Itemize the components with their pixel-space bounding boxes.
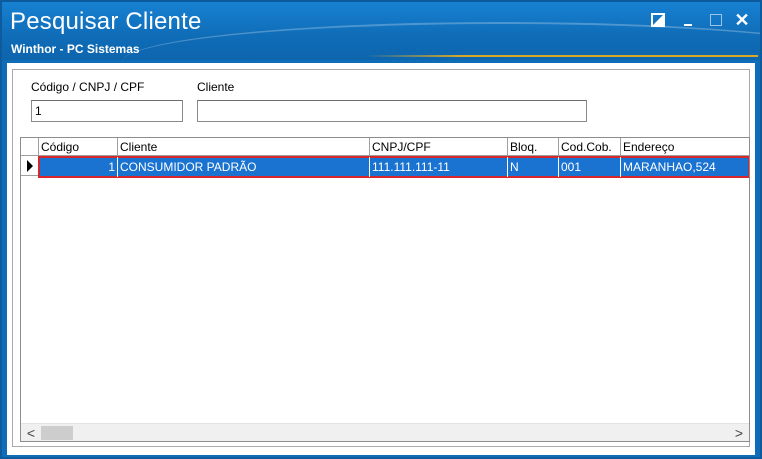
row-indicator[interactable] (21, 156, 39, 176)
results-grid[interactable]: Código Cliente CNPJ/CPF Bloq. Cod.Cob. E… (20, 137, 750, 442)
window-content: Código / CNPJ / CPF Cliente Código Clien… (7, 63, 755, 455)
window-subtitle: Winthor - PC Sistemas (11, 42, 140, 56)
table-row[interactable]: 1 CONSUMIDOR PADRÃO 111.111.111-11 N 001… (38, 156, 749, 178)
row-indicator-column (21, 138, 39, 176)
column-header-codigo[interactable]: Código (39, 138, 118, 156)
horizontal-scrollbar[interactable]: < > (21, 423, 749, 441)
maximize-button[interactable] (706, 10, 726, 30)
scroll-right-icon[interactable]: > (731, 425, 747, 441)
search-panel: Código / CNPJ / CPF Cliente Código Clien… (12, 69, 750, 447)
close-button[interactable]: ✕ (732, 10, 752, 30)
cell-bloq[interactable]: N (508, 157, 559, 177)
cell-cnpj-cpf[interactable]: 111.111.111-11 (370, 157, 508, 177)
column-header-cliente[interactable]: Cliente (118, 138, 370, 156)
maximize-icon (710, 14, 722, 26)
close-icon: ✕ (734, 9, 750, 30)
code-cnpj-cpf-input[interactable] (31, 100, 183, 122)
grid-header: Código Cliente CNPJ/CPF Bloq. Cod.Cob. E… (21, 138, 749, 156)
window-title: Pesquisar Cliente (10, 8, 202, 35)
client-input[interactable] (197, 100, 587, 122)
cell-endereco[interactable]: MARANHAO,524 (621, 157, 749, 177)
scroll-left-icon[interactable]: < (23, 425, 39, 441)
minimize-icon (684, 24, 692, 26)
column-header-cnpj-cpf[interactable]: CNPJ/CPF (370, 138, 508, 156)
row-pointer-icon (26, 159, 33, 172)
indicator-header (21, 138, 39, 156)
search-client-window: Pesquisar Cliente Winthor - PC Sistemas … (0, 0, 762, 459)
client-label: Cliente (197, 80, 235, 94)
column-header-endereco[interactable]: Endereço (621, 138, 749, 156)
cell-cod-cob[interactable]: 001 (559, 157, 621, 177)
column-header-bloq[interactable]: Bloq. (508, 138, 559, 156)
restore-button[interactable] (648, 10, 668, 30)
code-cnpj-cpf-label: Código / CNPJ / CPF (31, 80, 145, 94)
minimize-button[interactable] (678, 10, 698, 30)
cell-codigo[interactable]: 1 (39, 157, 118, 177)
title-bar-accent-line (364, 55, 758, 57)
cell-cliente[interactable]: CONSUMIDOR PADRÃO (118, 157, 370, 177)
title-bar[interactable]: Pesquisar Cliente Winthor - PC Sistemas … (2, 2, 760, 60)
scrollbar-thumb[interactable] (41, 426, 73, 440)
restore-icon (651, 13, 665, 27)
column-header-cod-cob[interactable]: Cod.Cob. (559, 138, 621, 156)
